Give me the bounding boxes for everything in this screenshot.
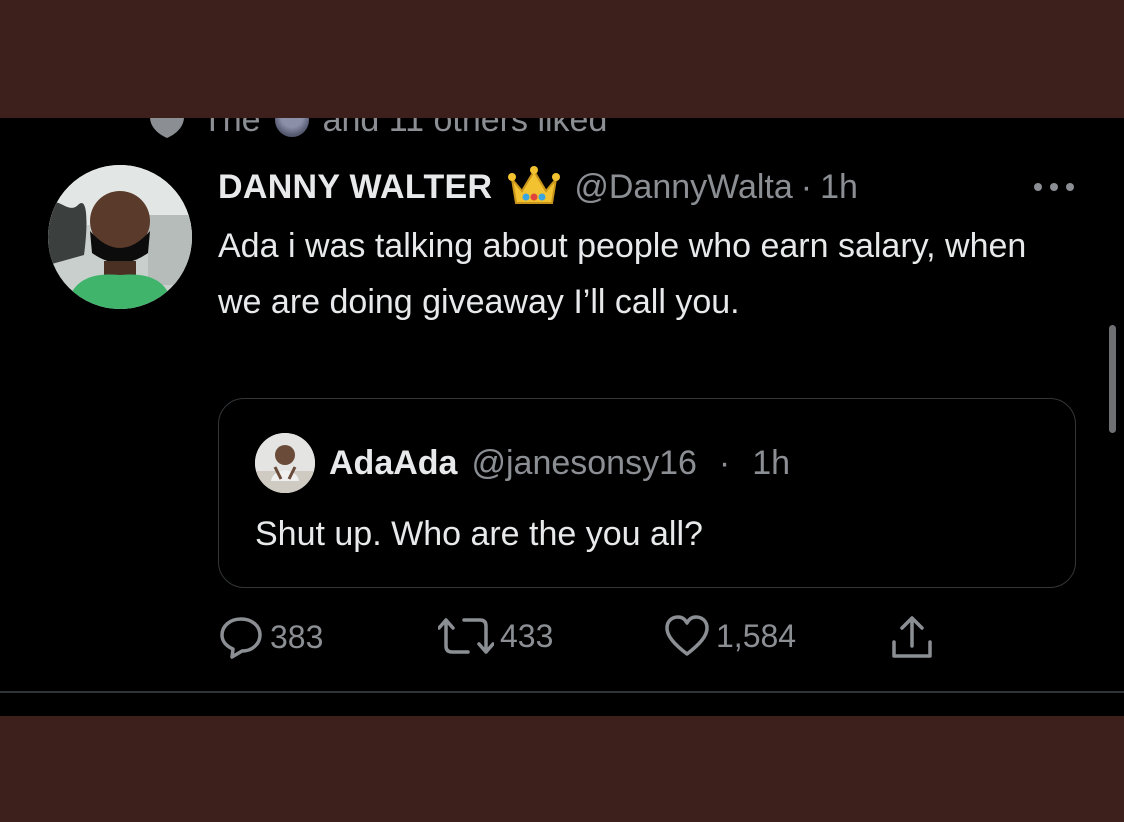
author-display-name[interactable]: DANNY WALTER bbox=[218, 168, 492, 207]
scrollbar[interactable] bbox=[1109, 325, 1116, 433]
tweet-header: DANNY WALTER @DannyWalta · 1h bbox=[218, 162, 1074, 212]
retweet-button[interactable]: 433 bbox=[438, 614, 553, 658]
reply-count: 383 bbox=[270, 618, 324, 655]
tweet-timestamp[interactable]: 1h bbox=[820, 168, 858, 207]
share-icon bbox=[892, 616, 932, 658]
share-button[interactable] bbox=[888, 614, 936, 662]
quoted-header-separator: · bbox=[718, 443, 731, 482]
quoted-tweet-timestamp: 1h bbox=[752, 443, 791, 482]
quoted-tweet-text: Shut up. Who are the you all? bbox=[255, 515, 703, 553]
quoted-tweet-header: AdaAda @janesonsy16 · 1h bbox=[255, 433, 790, 493]
header-separator: · bbox=[800, 167, 813, 206]
quoted-tweet-card[interactable]: AdaAda @janesonsy16 · 1h Shut up. Who ar… bbox=[218, 398, 1076, 588]
tweet-actions: 383 433 1,584 bbox=[218, 614, 958, 662]
tweet-screen: The and 11 others liked DANNY WALTER @Da… bbox=[0, 118, 1124, 716]
tweet-divider bbox=[0, 691, 1124, 693]
heart-shield-icon bbox=[150, 118, 184, 138]
social-context[interactable]: The and 11 others liked bbox=[146, 118, 607, 140]
quoted-author-avatar bbox=[255, 433, 315, 493]
like-count: 1,584 bbox=[716, 617, 797, 654]
reply-button[interactable]: 383 bbox=[218, 614, 323, 660]
quoted-author-display-name: AdaAda bbox=[329, 443, 458, 482]
heart-icon bbox=[665, 615, 709, 656]
social-context-prefix: The bbox=[202, 118, 261, 139]
liker-avatar[interactable] bbox=[274, 118, 309, 137]
tweet-text: Ada i was talking about people who earn … bbox=[218, 227, 1027, 321]
author-avatar[interactable] bbox=[48, 165, 192, 309]
like-button[interactable]: 1,584 bbox=[664, 614, 796, 658]
quoted-author-handle: @janesonsy16 bbox=[471, 443, 697, 482]
author-handle[interactable]: @DannyWalta bbox=[574, 168, 792, 207]
crown-emoji-icon bbox=[508, 166, 561, 204]
retweet-count: 433 bbox=[500, 617, 554, 654]
reply-icon bbox=[220, 617, 262, 659]
author-photo bbox=[48, 165, 192, 309]
retweet-icon bbox=[438, 618, 494, 654]
tweet-body: DANNY WALTER @DannyWalta · 1h Ada i was … bbox=[218, 162, 1074, 330]
quoted-author-photo bbox=[255, 433, 315, 493]
more-horizontal-icon[interactable] bbox=[1034, 162, 1074, 212]
social-context-suffix: and 11 others liked bbox=[322, 118, 608, 139]
